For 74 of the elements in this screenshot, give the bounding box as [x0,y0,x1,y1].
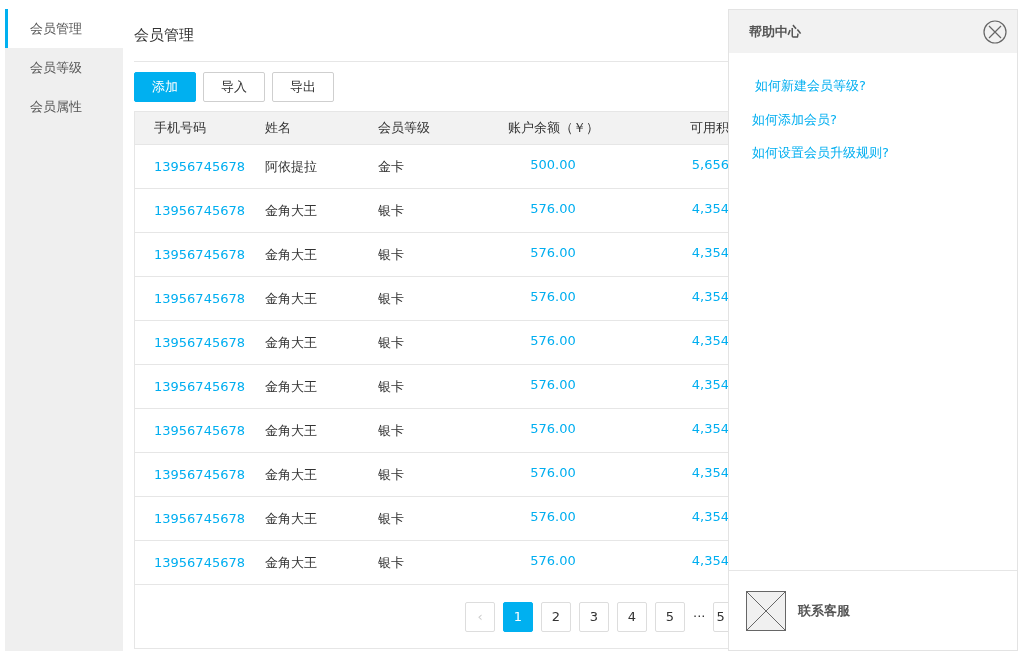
column-header: 账户余额（￥） [506,119,600,138]
table-cell-text: 576.00 [529,199,577,218]
table-cell-text: 金角大王 [265,553,318,572]
table-cell-text: 4,354 [690,507,728,526]
help-link[interactable]: 如何添加会员? [752,109,1017,129]
table-cell-text: 金角大王 [265,289,318,308]
table-cell-text: 4,354 [690,243,728,262]
sidebar-item[interactable]: 会员管理 [5,9,123,48]
table-cell-text: 4,354 [690,551,728,570]
toolbar-button[interactable]: 导入 [203,72,265,102]
page-button[interactable]: 5 [655,601,685,632]
table-cell-text: 银卡 [377,289,405,308]
table-cell-text: 500.00 [529,155,577,174]
page-button[interactable]: 2 [541,601,571,632]
close-icon[interactable] [983,19,1007,44]
table-cell-text: 金卡 [377,157,405,176]
table-cell-text: 5,656 [690,155,728,174]
page-button[interactable]: 4 [617,601,647,632]
page-button[interactable]: 1 [503,601,533,632]
image-placeholder-icon [746,590,786,631]
help-link[interactable]: 如何设置会员升级规则? [752,143,1017,163]
phone-link[interactable]: 13956745678 [135,376,265,397]
phone-link[interactable]: 13956745678 [135,156,265,177]
table-cell-text: 银卡 [377,333,405,352]
table-cell-text: 金角大王 [265,421,318,440]
table-cell-text: 576.00 [529,243,577,262]
table-cell-text: 金角大王 [265,377,318,396]
phone-link[interactable]: 13956745678 [135,464,265,485]
table-cell-text: 银卡 [377,421,405,440]
table-cell-text: 4,354 [690,463,728,482]
table-cell-text: 4,354 [690,287,728,306]
table-cell-text: 576.00 [529,331,577,350]
table-cell-text: 576.00 [529,507,577,526]
phone-link[interactable]: 13956745678 [135,200,265,221]
table-cell-text: 银卡 [377,245,405,264]
toolbar-button[interactable]: 导出 [272,72,334,102]
phone-link[interactable]: 13956745678 [135,288,265,309]
table-cell-text: 4,354 [690,419,728,438]
toolbar-button[interactable]: 添加 [134,72,196,102]
table-cell-text: 576.00 [529,551,577,570]
table-cell-text: 576.00 [529,375,577,394]
help-link[interactable]: 如何新建会员等级? [752,76,1017,96]
phone-link[interactable]: 13956745678 [135,420,265,441]
column-header: 手机号码 [153,119,207,138]
sidebar-item[interactable]: 会员属性 [5,87,123,126]
page-button[interactable]: 3 [579,601,609,632]
table-cell-text: 金角大王 [265,245,318,264]
table-cell-text: 金角大王 [265,201,318,220]
table-cell-text: 银卡 [377,509,405,528]
sidebar-item[interactable]: 会员等级 [5,48,123,87]
column-header: 会员等级 [377,119,431,138]
contact-service-link[interactable]: 联系客服 [798,600,850,621]
phone-link[interactable]: 13956745678 [135,332,265,353]
phone-link[interactable]: 13956745678 [135,508,265,529]
phone-link[interactable]: 13956745678 [135,552,265,573]
panel-title: 帮助中心 [749,22,801,41]
page-title: 会员管理 [134,25,195,46]
phone-link[interactable]: 13956745678 [135,244,265,265]
column-header: 姓名 [265,119,292,138]
table-cell-text: 阿依提拉 [265,157,318,176]
ellipsis: ··· [693,607,706,626]
table-cell-text: 576.00 [529,287,577,306]
table-cell-text: 金角大王 [265,465,318,484]
table-cell-text: 银卡 [377,377,405,396]
table-cell-text: 576.00 [529,463,577,482]
table-cell-text: 4,354 [690,199,728,218]
table-cell-text: 银卡 [377,553,405,572]
table-cell-text: 银卡 [377,201,405,220]
table-cell-text: 576.00 [529,419,577,438]
table-cell-text: 金角大王 [265,509,318,528]
table-cell-text: 4,354 [690,331,728,350]
table-cell-text: 4,354 [690,375,728,394]
table-cell-text: 金角大王 [265,333,318,352]
table-cell-text: 银卡 [377,465,405,484]
